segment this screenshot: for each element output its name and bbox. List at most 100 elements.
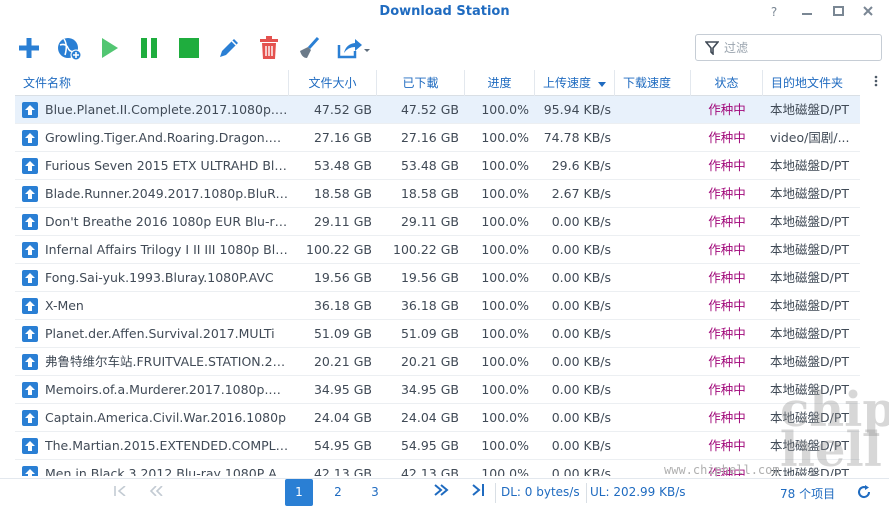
table-row[interactable]: Memoirs.of.a.Murderer.2017.1080p.BluRay 3… bbox=[15, 376, 860, 404]
cell-size: 24.04 GB bbox=[313, 410, 372, 425]
delete-icon bbox=[260, 36, 278, 59]
table-row[interactable]: Don't Breathe 2016 1080p EUR Blu-ray 29.1… bbox=[15, 208, 860, 236]
cell-status: 作种中 bbox=[708, 354, 746, 369]
stop-button[interactable] bbox=[174, 33, 204, 63]
cell-status: 作种中 bbox=[708, 186, 746, 201]
cell-download-speed bbox=[615, 152, 687, 180]
cell-name: Blue.Planet.II.Complete.2017.1080p.BluRa… bbox=[45, 102, 289, 117]
table-row[interactable]: 弗鲁特维尔车站.FRUITVALE.STATION.2013 20.21 GB 20… bbox=[15, 348, 860, 376]
table-row[interactable]: The.Martian.2015.EXTENDED.COMPLETE 54.95 … bbox=[15, 432, 860, 460]
table-row[interactable]: Fong.Sai-yuk.1993.Bluray.1080P.AVC 19.56 … bbox=[15, 264, 860, 292]
seeding-icon bbox=[22, 354, 38, 370]
cell-progress: 100.0% bbox=[481, 410, 529, 425]
column-header-status[interactable]: 状态 bbox=[691, 70, 763, 96]
help-button[interactable]: ? bbox=[765, 3, 783, 21]
column-header-progress[interactable]: 进度 bbox=[465, 70, 535, 96]
last-page-button[interactable] bbox=[466, 479, 490, 506]
close-icon bbox=[863, 6, 873, 16]
delete-button[interactable] bbox=[254, 33, 284, 63]
cell-name: Planet.der.Affen.Survival.2017.MULTi bbox=[45, 326, 275, 341]
seeding-icon bbox=[22, 130, 38, 146]
add-url-icon bbox=[58, 38, 82, 61]
table-row[interactable]: Captain.America.Civil.War.2016.1080p 24.0… bbox=[15, 404, 860, 432]
cell-progress: 100.0% bbox=[481, 298, 529, 313]
table-row[interactable]: X-Men 36.18 GB 36.18 GB 100.0% 0.00 KB/s 作种中 本… bbox=[15, 292, 860, 320]
clear-completed-button[interactable] bbox=[294, 33, 324, 63]
next-page-button[interactable] bbox=[428, 479, 454, 506]
cell-size: 27.16 GB bbox=[313, 130, 372, 145]
clear-icon bbox=[300, 36, 320, 58]
table-row[interactable]: Blue.Planet.II.Complete.2017.1080p.BluRa… bbox=[15, 96, 860, 124]
resume-button[interactable] bbox=[94, 33, 124, 63]
cell-size: 54.95 GB bbox=[313, 438, 372, 453]
cell-progress: 100.0% bbox=[481, 102, 529, 117]
column-header-downloaded[interactable]: 已下載 bbox=[377, 70, 465, 96]
cell-download-speed bbox=[615, 432, 687, 460]
cell-download-speed bbox=[615, 348, 687, 376]
cell-size: 51.09 GB bbox=[313, 326, 372, 341]
table-row[interactable]: Planet.der.Affen.Survival.2017.MULTi 51.0… bbox=[15, 320, 860, 348]
prev-page-button[interactable] bbox=[143, 479, 169, 506]
page-2-button[interactable]: 2 bbox=[324, 479, 352, 506]
cell-downloaded: 34.95 GB bbox=[400, 382, 459, 397]
cell-destination: 本地磁盤D/PT bbox=[770, 158, 850, 173]
resume-icon bbox=[102, 38, 118, 58]
cell-downloaded: 18.58 GB bbox=[400, 186, 459, 201]
cell-downloaded: 19.56 GB bbox=[400, 270, 459, 285]
filter-input[interactable] bbox=[724, 39, 874, 57]
seeding-icon bbox=[22, 410, 38, 426]
cell-progress: 100.0% bbox=[481, 130, 529, 145]
seeding-icon bbox=[22, 270, 38, 286]
pause-button[interactable] bbox=[134, 33, 164, 63]
footer-divider bbox=[586, 483, 587, 503]
cell-status: 作种中 bbox=[708, 438, 746, 453]
table-row[interactable]: Furious Seven 2015 ETX ULTRAHD Blu-ray 53… bbox=[15, 152, 860, 180]
first-page-button[interactable] bbox=[108, 479, 132, 506]
cell-downloaded: 51.09 GB bbox=[400, 326, 459, 341]
cell-name: Fong.Sai-yuk.1993.Bluray.1080P.AVC bbox=[45, 270, 274, 285]
column-header-size[interactable]: 文件大小 bbox=[289, 70, 377, 96]
cell-size: 53.48 GB bbox=[313, 158, 372, 173]
close-button[interactable] bbox=[859, 3, 877, 21]
cell-upload-speed: 0.00 KB/s bbox=[551, 326, 611, 341]
cell-status: 作种中 bbox=[708, 242, 746, 257]
pager-bar: 1 2 3 DL: 0 bytes/s UL: 202.99 KB/s 78 个… bbox=[0, 478, 889, 506]
prev-page-icon bbox=[149, 485, 163, 497]
cell-progress: 100.0% bbox=[481, 466, 529, 476]
cell-progress: 100.0% bbox=[481, 382, 529, 397]
minimize-button[interactable] bbox=[798, 3, 816, 21]
cell-downloaded: 20.21 GB bbox=[400, 354, 459, 369]
table-row[interactable]: Growling.Tiger.And.Roaring.Dragon.2017 27… bbox=[15, 124, 860, 152]
cell-downloaded: 42.13 GB bbox=[400, 466, 459, 476]
cell-upload-speed: 0.00 KB/s bbox=[551, 466, 611, 476]
cell-downloaded: 36.18 GB bbox=[400, 298, 459, 313]
cell-progress: 100.0% bbox=[481, 186, 529, 201]
cell-name: Furious Seven 2015 ETX ULTRAHD Blu-ray bbox=[45, 158, 289, 173]
cell-progress: 100.0% bbox=[481, 270, 529, 285]
cell-status: 作种中 bbox=[708, 214, 746, 229]
filter-box[interactable] bbox=[695, 34, 882, 61]
maximize-button[interactable] bbox=[829, 3, 847, 21]
refresh-button[interactable] bbox=[852, 479, 876, 506]
table-row[interactable]: Infernal Affairs Trilogy I II III 1080p … bbox=[15, 236, 860, 264]
add-button[interactable] bbox=[14, 33, 44, 63]
column-options-button[interactable] bbox=[862, 70, 889, 96]
table-row[interactable]: Blade.Runner.2049.2017.1080p.BluRay 18.58… bbox=[15, 180, 860, 208]
page-3-button[interactable]: 3 bbox=[361, 479, 389, 506]
seeding-icon bbox=[22, 298, 38, 314]
cell-upload-speed: 0.00 KB/s bbox=[551, 298, 611, 313]
cell-status: 作种中 bbox=[708, 270, 746, 285]
column-header-upload-speed[interactable]: 上传速度 bbox=[535, 70, 615, 96]
column-header-download-speed[interactable]: 下载速度 bbox=[615, 70, 691, 96]
next-page-icon bbox=[434, 484, 449, 496]
add-url-button[interactable] bbox=[54, 33, 84, 63]
share-button[interactable] bbox=[334, 33, 372, 63]
seeding-icon bbox=[22, 466, 38, 476]
page-1-button[interactable]: 1 bbox=[285, 479, 313, 506]
edit-button[interactable] bbox=[214, 33, 244, 63]
column-header-destination[interactable]: 目的地文件夹 bbox=[763, 70, 860, 96]
first-page-icon bbox=[114, 485, 126, 497]
column-header-name[interactable]: 文件名称 bbox=[15, 70, 289, 96]
cell-downloaded: 100.22 GB bbox=[393, 242, 459, 257]
seeding-icon bbox=[22, 242, 38, 258]
